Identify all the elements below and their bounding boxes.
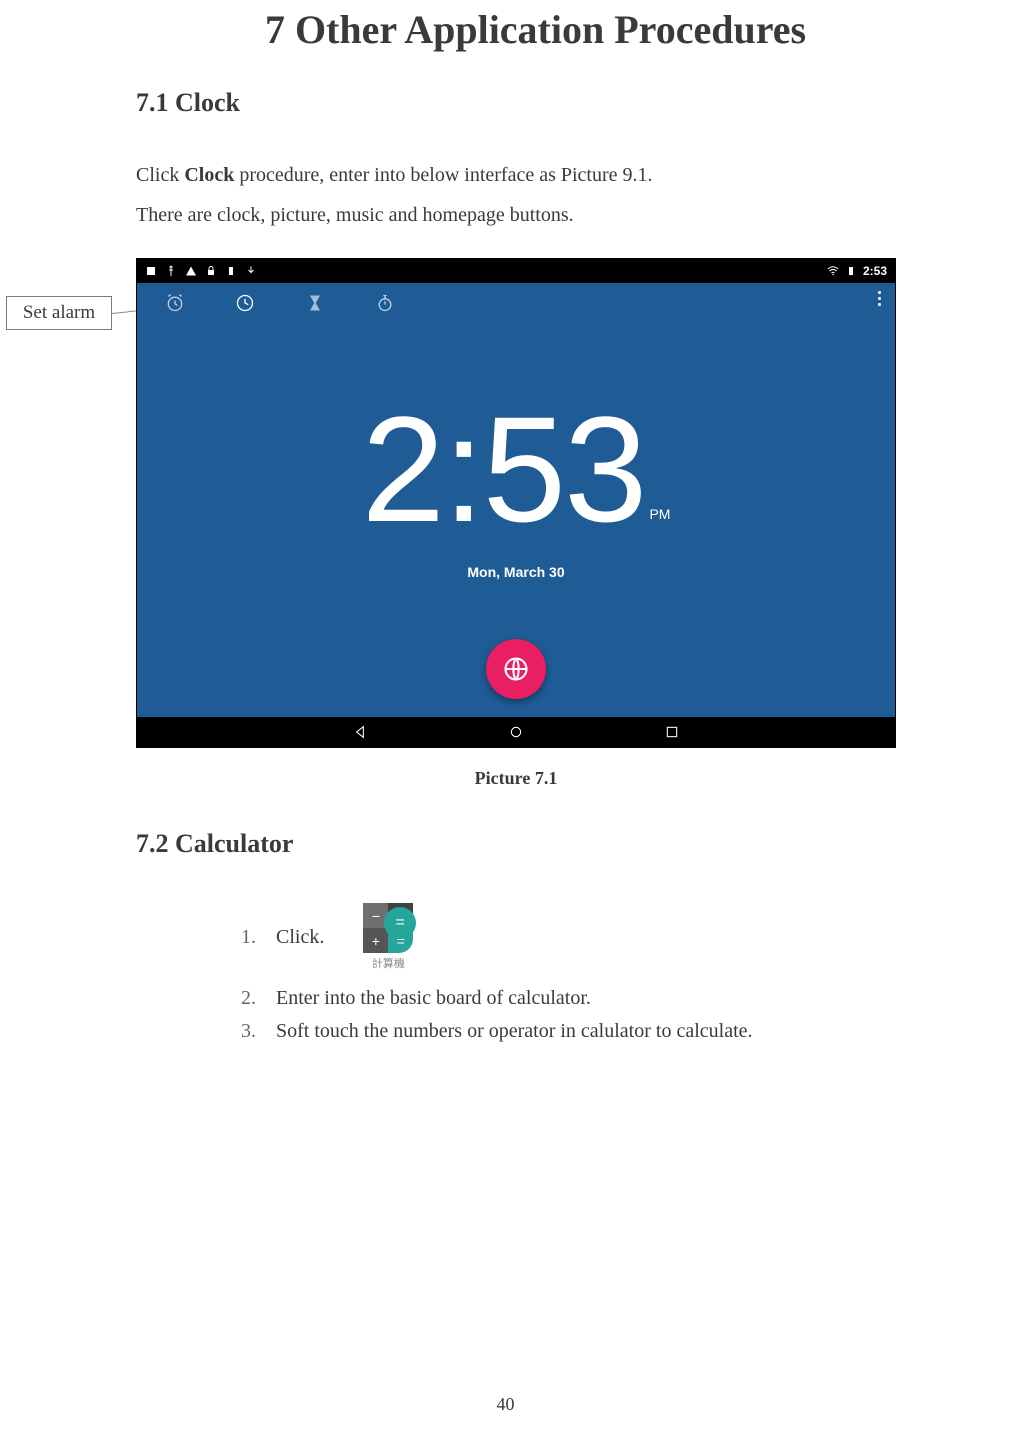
lock-icon bbox=[205, 265, 217, 277]
clock-icon[interactable] bbox=[235, 293, 255, 313]
list-number: 3. bbox=[236, 1020, 256, 1043]
globe-icon bbox=[502, 655, 530, 683]
status-time: 2:53 bbox=[863, 264, 887, 278]
clock-screenshot: 2:53 2:53PM Mon, March 30 bbox=[136, 258, 896, 748]
wifi-icon bbox=[827, 265, 839, 277]
list-item: 3. Soft touch the numbers or operator in… bbox=[236, 1020, 896, 1043]
page-number: 40 bbox=[0, 1394, 1011, 1415]
alarm-icon[interactable] bbox=[165, 293, 185, 313]
timer-icon[interactable] bbox=[305, 293, 325, 313]
list-text: Enter into the basic board of calculator… bbox=[276, 987, 591, 1010]
nav-back-icon[interactable] bbox=[352, 724, 368, 740]
calculator-app-icon: − × + = 計算機 bbox=[348, 897, 428, 977]
battery-charging-icon bbox=[845, 265, 857, 277]
paragraph-7-1-line1: Click Clock procedure, enter into below … bbox=[136, 158, 896, 192]
list-number: 1. bbox=[236, 926, 256, 949]
text: procedure, enter into below interface as… bbox=[234, 164, 652, 186]
list-text: Soft touch the numbers or operator in ca… bbox=[276, 1020, 753, 1043]
usb-icon bbox=[165, 265, 177, 277]
clock-tab-bar bbox=[137, 283, 895, 323]
bold-clock: Clock bbox=[184, 164, 234, 186]
download-icon bbox=[245, 265, 257, 277]
world-clock-fab[interactable] bbox=[486, 639, 546, 699]
page-title: 7 Other Application Procedures bbox=[0, 0, 1011, 53]
battery-icon bbox=[225, 265, 237, 277]
nav-recent-icon[interactable] bbox=[664, 724, 680, 740]
status-bar: 2:53 bbox=[137, 259, 895, 283]
android-nav-bar bbox=[137, 717, 895, 747]
text: Click bbox=[136, 164, 184, 186]
clock-ampm: PM bbox=[649, 506, 670, 556]
section-7-1-heading: 7.1 Clock bbox=[136, 88, 896, 118]
clock-app-body: 2:53PM Mon, March 30 bbox=[137, 283, 895, 717]
picture-7-1-caption: Picture 7.1 bbox=[136, 768, 896, 789]
list-item: 2. Enter into the basic board of calcula… bbox=[236, 987, 896, 1010]
clock-digits: 2:53 bbox=[362, 383, 646, 556]
calculator-instruction-list: 1. Click. − × + = 計算機 2. Enter into the … bbox=[236, 897, 896, 1043]
overflow-menu-icon[interactable] bbox=[878, 291, 881, 306]
list-text: Click. bbox=[276, 926, 324, 949]
callout-set-alarm: Set alarm bbox=[6, 296, 112, 330]
list-number: 2. bbox=[236, 987, 256, 1010]
paragraph-7-1-line2: There are clock, picture, music and home… bbox=[136, 198, 896, 232]
list-item: 1. Click. − × + = 計算機 bbox=[236, 897, 896, 977]
warning-icon bbox=[185, 265, 197, 277]
section-7-2-heading: 7.2 Calculator bbox=[136, 829, 896, 859]
calculator-icon-label: 計算機 bbox=[372, 955, 405, 971]
stopwatch-icon[interactable] bbox=[375, 293, 395, 313]
clock-date: Mon, March 30 bbox=[137, 564, 895, 580]
screenshot-icon bbox=[145, 265, 157, 277]
nav-home-icon[interactable] bbox=[508, 724, 524, 740]
clock-time-display: 2:53PM bbox=[137, 383, 895, 556]
